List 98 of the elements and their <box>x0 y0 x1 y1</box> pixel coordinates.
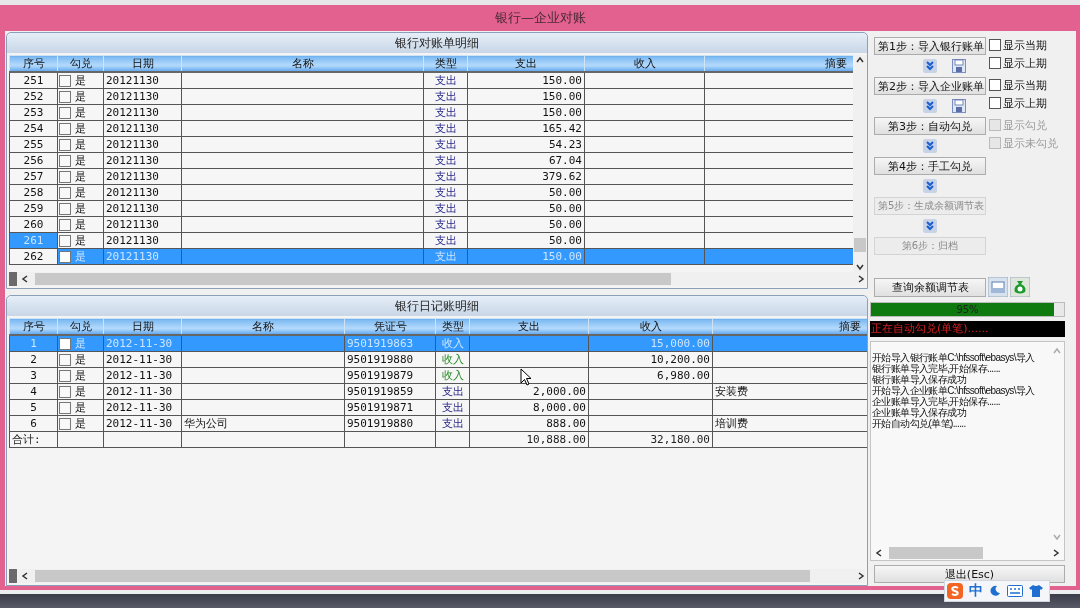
checkbox[interactable] <box>59 401 71 414</box>
column-header[interactable]: 序号 <box>9 55 58 72</box>
checkbox[interactable] <box>59 154 71 167</box>
step-button[interactable]: 第1步：导入银行账单 <box>874 37 986 55</box>
checkbox-label: 是 <box>75 202 86 215</box>
column-header[interactable]: 摘要 <box>704 55 853 72</box>
checkbox[interactable] <box>59 234 71 247</box>
column-header[interactable]: 支出 <box>469 318 589 335</box>
column-header[interactable]: 序号 <box>9 318 58 335</box>
record-marker <box>9 272 17 286</box>
scrollbar-thumb[interactable] <box>35 570 811 582</box>
checkbox[interactable] <box>59 106 71 119</box>
checkbox-option[interactable]: 显示当期 <box>989 78 1047 92</box>
horizontal-scrollbar[interactable] <box>9 569 865 583</box>
checkbox-label: 是 <box>75 218 86 231</box>
log-line: 企业账单导入保存成功 <box>872 407 966 418</box>
status-message: 正在自动勾兑(单笔)...... <box>870 321 1065 337</box>
input-method-logo-icon[interactable] <box>947 583 963 599</box>
log-line: 银行账单导入保存成功 <box>872 374 966 385</box>
keyboard-icon[interactable] <box>1007 585 1023 597</box>
panel-title-text: 银行对账单明细 <box>395 34 479 52</box>
checkbox-label: 是 <box>75 170 86 183</box>
checkbox-label: 是 <box>75 250 86 263</box>
arrow-down-icon[interactable] <box>923 139 937 153</box>
mouse-cursor-icon <box>520 368 532 386</box>
scrollbar-thumb[interactable] <box>889 547 984 559</box>
log-line: 开始自动勾兑(单笔)...... <box>872 418 967 429</box>
vertical-scrollbar[interactable] <box>853 55 867 272</box>
column-header[interactable]: 勾兑 <box>57 318 104 335</box>
scrollbar-thumb[interactable] <box>35 273 672 285</box>
column-header[interactable]: 名称 <box>181 318 345 335</box>
log-line: 企业账单导入完毕,开始保存...... <box>872 396 1001 407</box>
checkbox[interactable] <box>59 353 71 366</box>
checkbox[interactable] <box>59 337 71 350</box>
column-header[interactable]: 支出 <box>467 55 585 72</box>
checkbox[interactable] <box>59 202 71 215</box>
column-header[interactable]: 日期 <box>103 318 182 335</box>
checkbox-option[interactable]: 显示当期 <box>989 38 1047 52</box>
moon-icon[interactable] <box>989 585 1001 597</box>
arrow-down-icon[interactable] <box>923 59 937 73</box>
column-header[interactable]: 类型 <box>435 318 470 335</box>
checkbox-option[interactable]: 显示上期 <box>989 96 1047 110</box>
checkbox-option[interactable]: 显示上期 <box>989 56 1047 70</box>
checkbox-label: 是 <box>75 401 86 414</box>
column-header[interactable]: 收入 <box>588 318 713 335</box>
exit-button[interactable]: 退出(Esc) <box>874 565 1065 583</box>
window-title: 银行—企业对账 <box>495 9 586 27</box>
checkbox-label: 是 <box>75 90 86 103</box>
log-line: 开始导入银行账单C:\hfssoft\ebasys\导入 <box>872 352 1036 363</box>
checkbox[interactable] <box>59 186 71 199</box>
arrow-down-icon[interactable] <box>923 99 937 113</box>
checkbox-label: 是 <box>75 154 86 167</box>
column-header[interactable]: 凭证号 <box>344 318 436 335</box>
column-header[interactable]: 日期 <box>103 55 182 72</box>
checkbox-label: 是 <box>75 369 86 382</box>
save-icon[interactable] <box>952 99 966 113</box>
checkbox-label: 是 <box>75 106 86 119</box>
checkbox-label: 是 <box>75 353 86 366</box>
checkbox[interactable] <box>59 170 71 183</box>
step-button[interactable]: 第4步：手工勾兑 <box>874 157 986 175</box>
checkbox-label: 是 <box>75 385 86 398</box>
step-button[interactable]: 第2步：导入企业账单 <box>874 77 986 95</box>
checkbox[interactable] <box>59 218 71 231</box>
step-button[interactable]: 第3步：自动勾兑 <box>874 117 986 135</box>
checkbox[interactable] <box>59 250 71 263</box>
checkbox-label: 是 <box>75 74 86 87</box>
checkbox[interactable] <box>59 74 71 87</box>
checkbox-label: 是 <box>75 417 86 430</box>
checkbox[interactable] <box>59 138 71 151</box>
checkbox-label: 是 <box>75 138 86 151</box>
input-mode-toggle[interactable]: 中 <box>969 582 983 600</box>
checkbox-label: 是 <box>75 186 86 199</box>
checkbox-label: 是 <box>75 122 86 135</box>
checkbox[interactable] <box>59 369 71 382</box>
progress-reading: 95% <box>955 303 980 316</box>
checkbox[interactable] <box>59 385 71 398</box>
panel-title-text: 银行日记账明细 <box>395 297 479 315</box>
column-header[interactable]: 勾兑 <box>57 55 104 72</box>
log-line: 银行账单导入完毕,开始保存...... <box>872 363 1001 374</box>
record-marker <box>9 569 17 583</box>
checkbox-label: 是 <box>75 337 86 350</box>
money-bag-icon[interactable] <box>1010 277 1030 297</box>
save-icon[interactable] <box>952 59 966 73</box>
printer-icon[interactable] <box>988 277 1008 297</box>
horizontal-scrollbar[interactable] <box>9 272 865 286</box>
shirt-icon[interactable] <box>1029 585 1043 597</box>
scrollbar-thumb[interactable] <box>854 238 866 252</box>
column-header[interactable]: 类型 <box>423 55 468 72</box>
log-line: 开始导入企业账单C:\hfssoft\ebasys\导入 <box>872 385 1036 396</box>
query-button[interactable]: 查询余额调节表 <box>874 277 986 297</box>
checkbox[interactable] <box>59 417 71 430</box>
column-header[interactable]: 名称 <box>181 55 424 72</box>
column-header[interactable]: 收入 <box>584 55 705 72</box>
column-header[interactable]: 摘要 <box>712 318 867 335</box>
checkbox-label: 是 <box>75 234 86 247</box>
arrow-down-icon[interactable] <box>923 179 937 193</box>
checkbox[interactable] <box>59 90 71 103</box>
checkbox[interactable] <box>59 122 71 135</box>
